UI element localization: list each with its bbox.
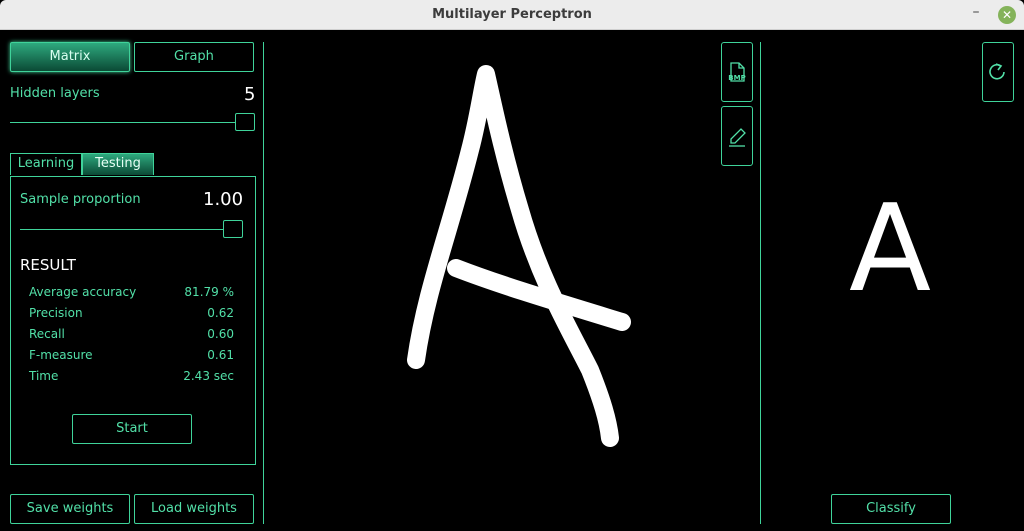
predicted-letter: A [848, 180, 932, 319]
bmp-label: BMP [728, 74, 745, 82]
sample-proportion-label: Sample proportion [20, 192, 141, 207]
result-title: RESULT [20, 256, 76, 274]
tab-testing[interactable]: Testing [82, 153, 154, 175]
stat-value-time: 2.43 sec [183, 369, 234, 383]
stat-value-precision: 0.62 [207, 306, 234, 320]
window-title: Multilayer Perceptron [432, 7, 592, 22]
hidden-layers-slider-thumb[interactable] [235, 113, 255, 131]
reset-button[interactable] [982, 42, 1014, 102]
pencil-icon [729, 128, 746, 147]
sample-proportion-value: 1.00 [203, 189, 244, 210]
classify-button[interactable]: Classify [831, 494, 951, 524]
close-icon[interactable]: ✕ [998, 6, 1016, 24]
sample-proportion-slider-track[interactable] [20, 229, 240, 230]
tab-matrix[interactable]: Matrix [10, 42, 130, 72]
left-divider [263, 42, 264, 524]
stat-name-precision: Precision [29, 306, 83, 320]
stat-value-recall: 0.60 [207, 327, 234, 341]
load-weights-button[interactable]: Load weights [134, 494, 254, 524]
sample-proportion-slider-thumb[interactable] [223, 220, 243, 238]
stat-name-recall: Recall [29, 327, 65, 341]
right-divider [760, 42, 761, 524]
hidden-layers-value: 5 [244, 84, 256, 105]
tab-graph[interactable]: Graph [134, 42, 254, 72]
drawn-stroke [407, 65, 631, 447]
title-bar: Multilayer Perceptron – ✕ [0, 0, 1024, 30]
draw-button[interactable] [721, 106, 753, 166]
save-weights-button[interactable]: Save weights [10, 494, 130, 524]
drawing-canvas[interactable] [270, 30, 760, 531]
stat-value-fmeasure: 0.61 [207, 348, 234, 362]
hidden-layers-label: Hidden layers [10, 86, 100, 101]
hidden-layers-slider-track[interactable] [10, 122, 250, 123]
load-bmp-button[interactable]: BMP [721, 42, 753, 102]
app-body: Matrix Graph Hidden layers 5 Learning Te… [0, 30, 1024, 531]
stat-name-time: Time [29, 369, 59, 383]
stat-value-accuracy: 81.79 % [184, 285, 234, 299]
tab-learning[interactable]: Learning [10, 153, 82, 175]
minimize-icon[interactable]: – [968, 4, 984, 24]
stat-name-accuracy: Average accuracy [29, 285, 137, 299]
start-button[interactable]: Start [72, 414, 192, 444]
stat-name-fmeasure: F-measure [29, 348, 93, 362]
refresh-icon [989, 63, 1005, 80]
bmp-file-icon: BMP [728, 62, 746, 82]
